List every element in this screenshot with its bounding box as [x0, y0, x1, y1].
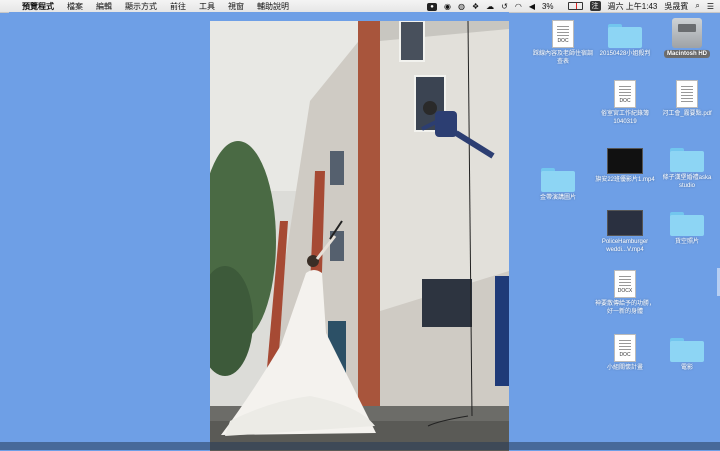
desktop-item-label: 貨空照片	[655, 238, 719, 246]
dropbox-icon[interactable]: ❖	[472, 2, 479, 11]
desktop-item-label: 河工會_霧要點.pdf	[655, 110, 719, 118]
menu-tools[interactable]: 工具	[199, 1, 215, 12]
desktop-item-label: 電影	[655, 364, 719, 372]
battery-icon[interactable]	[561, 2, 583, 11]
volume-icon[interactable]: ◀	[529, 2, 535, 11]
desktop-macintosh-hd[interactable]: Macintosh HD	[655, 18, 719, 58]
video-file-icon	[607, 210, 643, 236]
desktop-folder-20150428[interactable]: 20150428小姐殺判	[593, 24, 657, 58]
desktop-item-label: 20150428小姐殺判	[593, 50, 657, 58]
folder-icon	[670, 338, 704, 362]
desktop-item-label: 踩線內容及老師住宿調查表	[531, 50, 595, 66]
pdf-file-icon	[676, 80, 698, 108]
menu-file[interactable]: 檔案	[67, 1, 83, 12]
desktop-doc-survey[interactable]: DOC 踩線內容及老師住宿調查表	[531, 20, 595, 66]
menu-app-name[interactable]: 預覽程式	[22, 1, 54, 12]
menu-go[interactable]: 前往	[170, 1, 186, 12]
desktop-item-label: 金帶演講圖片	[526, 194, 590, 202]
preview-window	[9, 12, 509, 442]
folder-icon	[670, 148, 704, 172]
input-method-icon[interactable]: 注	[590, 1, 601, 11]
mic-icon[interactable]: ●	[420, 1, 437, 11]
menu-view[interactable]: 顯示方式	[125, 1, 157, 12]
notification-center-icon[interactable]: ☰	[707, 2, 714, 11]
docx-file-icon: DOCX	[614, 270, 636, 298]
dock[interactable]	[0, 442, 720, 450]
time-machine-icon[interactable]: ↺	[501, 2, 508, 11]
wedding-photo	[210, 21, 509, 451]
menu-edit[interactable]: 編輯	[96, 1, 112, 12]
desktop-folder-lecture-images[interactable]: 金帶演講圖片	[526, 168, 590, 202]
desktop-folder-wedding[interactable]: 條子漢堡婚禮aska studio	[655, 148, 719, 190]
doc-file-icon: DOC	[614, 80, 636, 108]
desktop-item-label: 條子漢堡婚禮aska studio	[655, 174, 719, 190]
user-name[interactable]: 吳晟賓	[664, 1, 688, 12]
desktop-folder-aerial-photos[interactable]: 貨空照片	[655, 212, 719, 246]
desktop-folder-movies[interactable]: 電影	[655, 338, 719, 372]
desktop-video-police[interactable]: PoliceHamburger weddi...V.mp4	[593, 210, 657, 254]
photo-art	[210, 21, 509, 451]
wifi-icon[interactable]: ◠	[515, 2, 522, 11]
desktop-doc-worklog[interactable]: DOC 俗室宮工作紀錄簿1040319	[593, 80, 657, 126]
folder-icon	[670, 212, 704, 236]
doc-file-icon: DOC	[552, 20, 574, 48]
messenger-icon[interactable]: ◍	[458, 2, 465, 11]
menu-help[interactable]: 輔助說明	[257, 1, 289, 12]
desktop-item-label: 俗室宮工作紀錄簿1040319	[593, 110, 657, 126]
desktop-item-label: 旗安22班優影片1.mp4	[593, 176, 657, 184]
desktop-item-label: Macintosh HD	[664, 50, 710, 58]
desktop-docx[interactable]: DOCX 神要散傳給予的功勝，好一新的身體	[593, 270, 657, 316]
menu-window[interactable]: 視窗	[228, 1, 244, 12]
desktop-video-class22[interactable]: 旗安22班優影片1.mp4	[593, 148, 657, 184]
battery-percent[interactable]: 3%	[542, 2, 554, 11]
video-file-icon	[607, 148, 643, 174]
desktop-doc-care-plan[interactable]: DOC 小組關懷計畫	[593, 334, 657, 372]
line-icon[interactable]: ◉	[444, 2, 451, 11]
folder-icon	[608, 24, 642, 48]
desktop-item-label: 小組關懷計畫	[593, 364, 657, 372]
hard-drive-icon	[672, 18, 702, 48]
desktop-item-label: 神要散傳給予的功勝，好一新的身體	[593, 300, 657, 316]
cloud-icon[interactable]: ☁	[486, 2, 494, 11]
clock[interactable]: 週六 上午1:43	[608, 1, 658, 12]
doc-file-icon: DOC	[614, 334, 636, 362]
desktop-pdf[interactable]: 河工會_霧要點.pdf	[655, 80, 719, 118]
desktop: DOC 踩線內容及老師住宿調查表 20150428小姐殺判 Macintosh …	[509, 12, 720, 442]
folder-icon	[541, 168, 575, 192]
spotlight-search-icon[interactable]: ⌕	[695, 1, 699, 11]
desktop-item-label: PoliceHamburger weddi...V.mp4	[593, 238, 657, 254]
